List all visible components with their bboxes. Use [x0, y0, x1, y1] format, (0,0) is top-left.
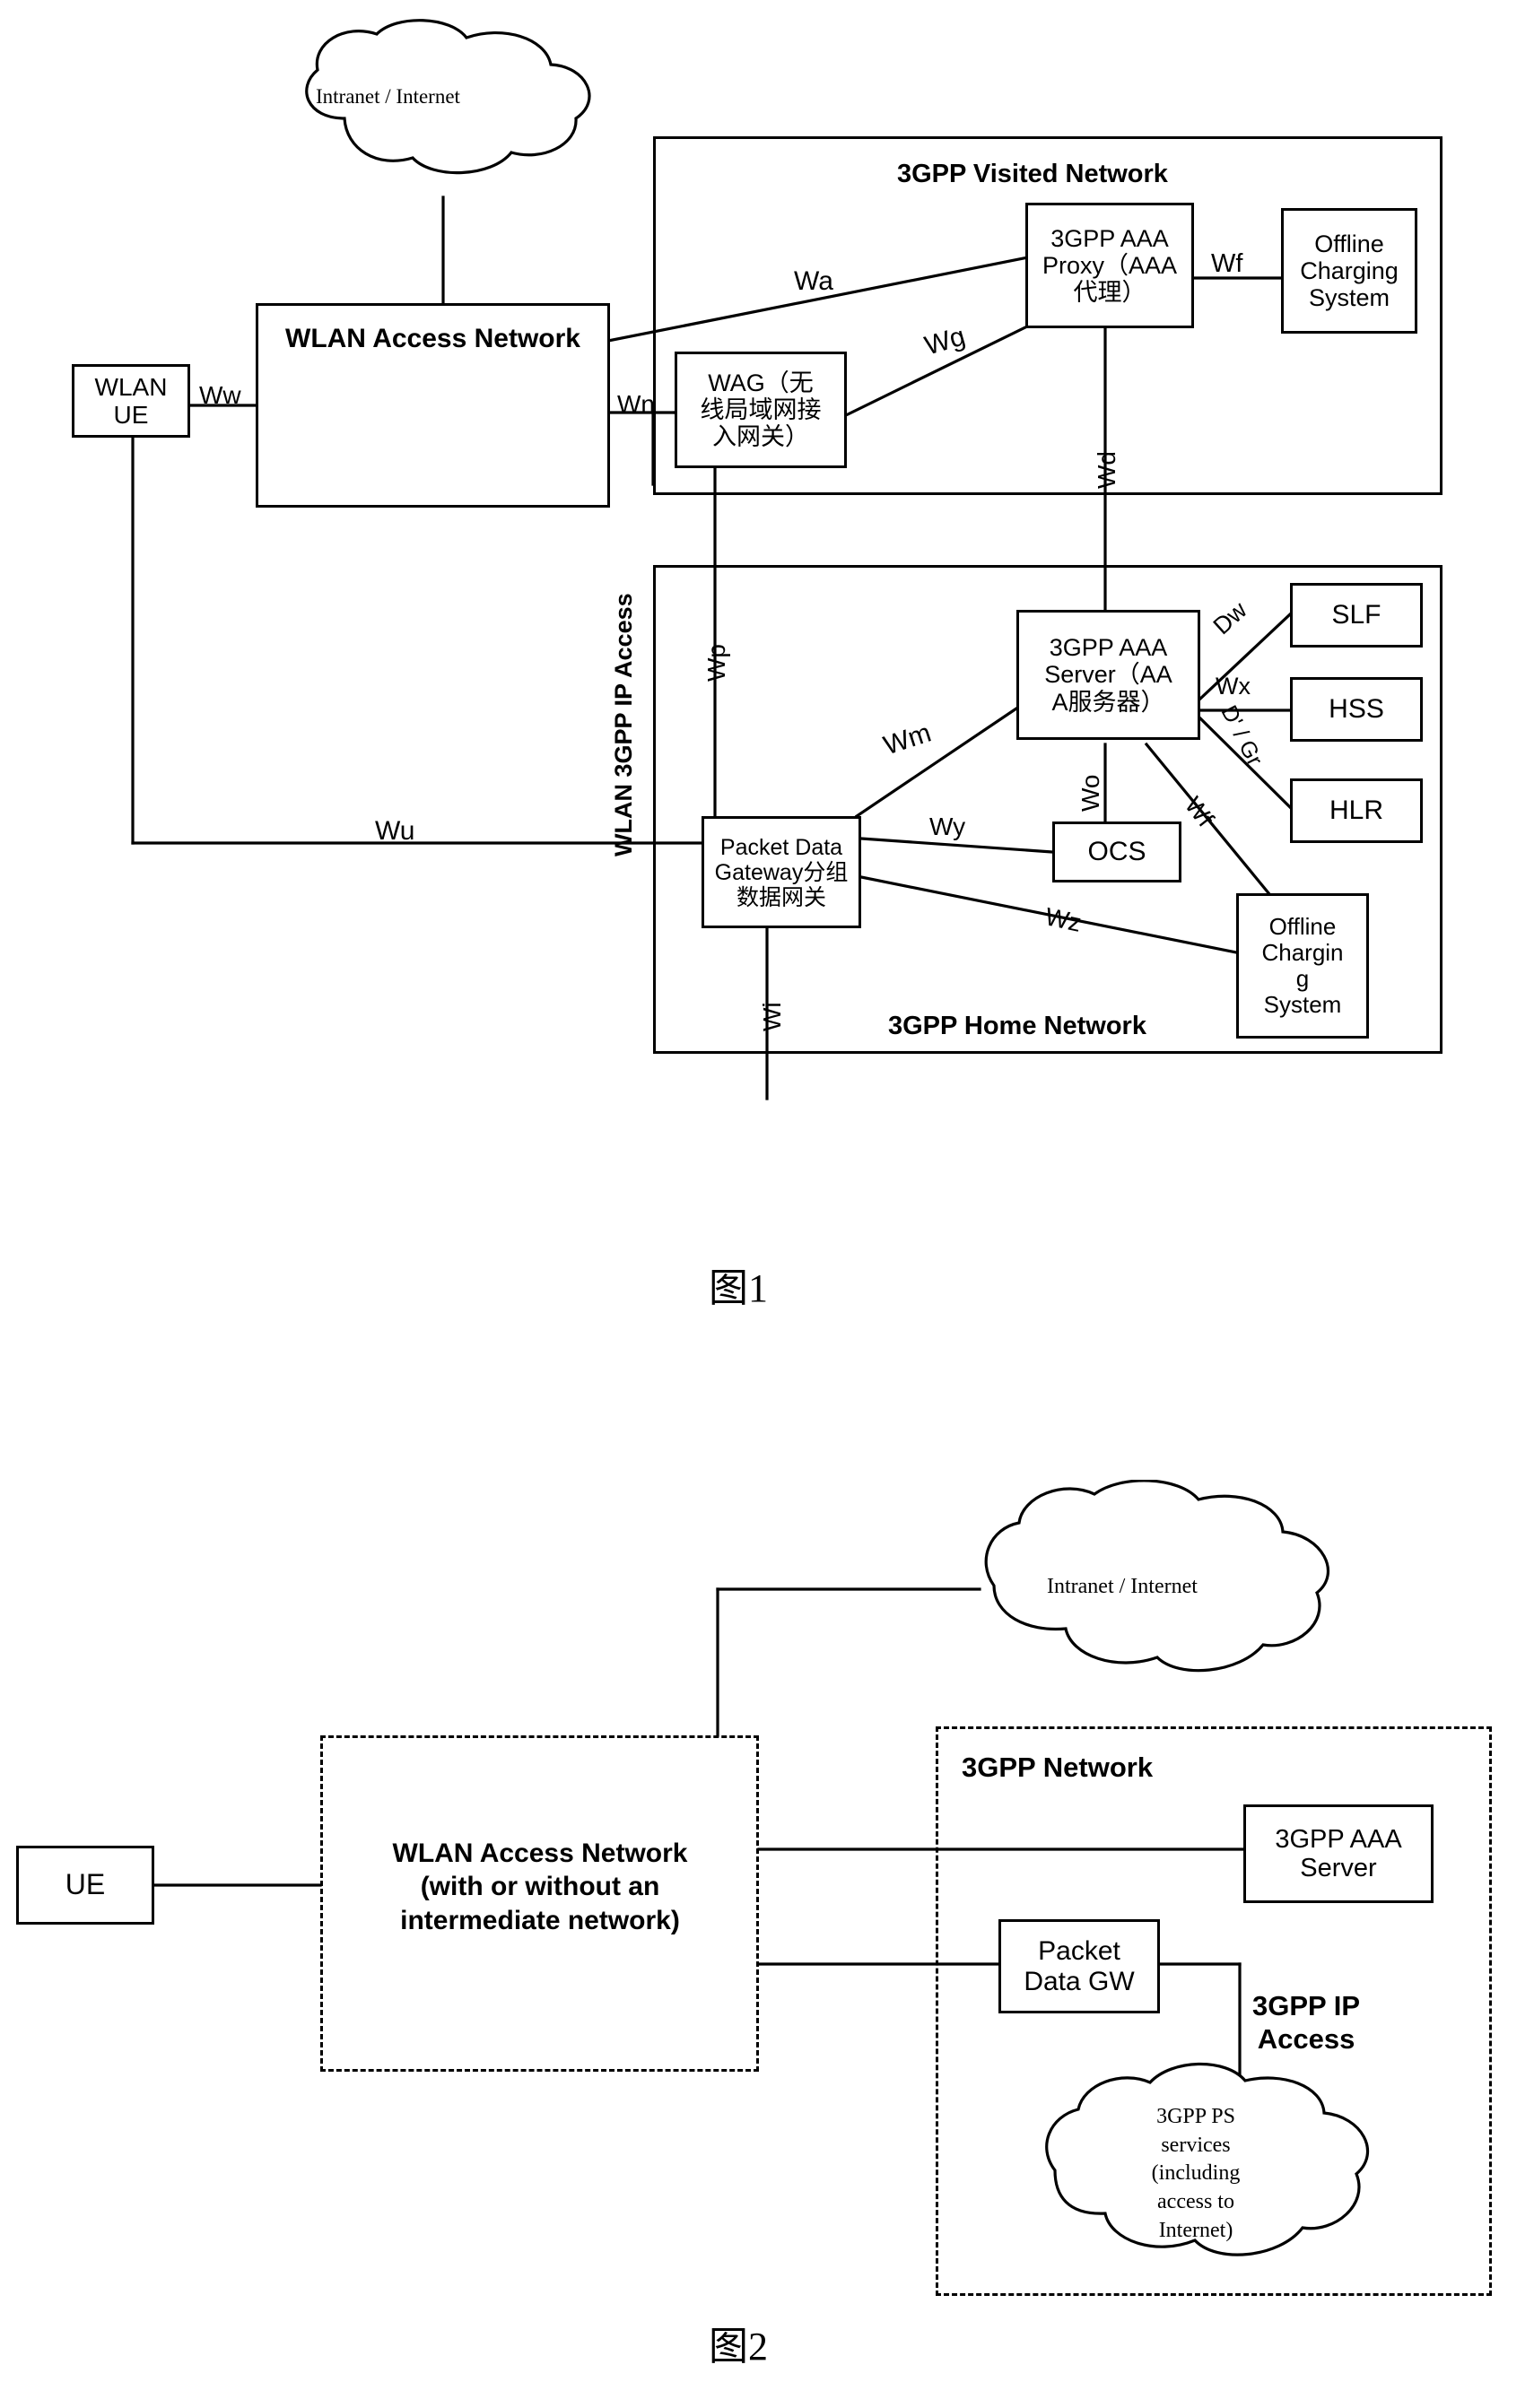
node-slf[interactable]: SLF: [1290, 583, 1423, 648]
interface-label-wy: Wy: [929, 813, 966, 840]
node-label-ocs: OCS: [1087, 837, 1146, 867]
figure-caption-1: 图1: [709, 1266, 768, 1310]
node-packet-data-gateway[interactable]: Packet Data Gateway分组 数据网关: [702, 816, 861, 928]
interface-label-wn: Wn: [617, 390, 655, 418]
figure-caption-2: 图2: [709, 2325, 768, 2369]
interface-label-wd: Wd: [1093, 451, 1120, 489]
cloud-label-intranet-internet-fig1: Intranet / Internet: [316, 85, 460, 108]
label-3gpp-ip-access: 3GPP IP Access: [1252, 1990, 1361, 2056]
interface-label-wi: Wi: [758, 1002, 786, 1031]
node-packet-data-gw-fig2[interactable]: Packet Data GW: [998, 1919, 1160, 2013]
interface-label-wo: Wo: [1076, 774, 1104, 813]
region-label-wlan-access-network-fig2: WLAN Access Network (with or without an …: [352, 1803, 728, 1937]
region-label-3gpp-network-fig2: 3GPP Network: [962, 1752, 1154, 1783]
node-label-3gpp-aaa-server-fig2: 3GPP AAA Server: [1275, 1824, 1402, 1882]
node-label-hlr: HLR: [1329, 795, 1383, 826]
node-offline-charging-system-home[interactable]: Offline Chargin g System: [1236, 893, 1369, 1039]
interface-label-wx: Wx: [1216, 673, 1251, 700]
node-wlan-ue[interactable]: WLAN UE: [72, 364, 190, 438]
node-wlan-access-network[interactable]: WLAN Access Network: [256, 303, 610, 508]
node-label-packet-data-gateway: Packet Data Gateway分组 数据网关: [714, 834, 849, 910]
cloud-intranet-internet-fig1: [305, 19, 591, 175]
node-3gpp-aaa-server[interactable]: 3GPP AAA Server（AA A服务器）: [1016, 610, 1200, 740]
region-label-3gpp-home-network: 3GPP Home Network: [888, 1012, 1146, 1040]
node-hlr[interactable]: HLR: [1290, 778, 1423, 843]
node-3gpp-aaa-proxy[interactable]: 3GPP AAA Proxy（AAA 代理）: [1025, 203, 1194, 328]
interface-label-wu: Wu: [375, 816, 415, 846]
vertical-label-wlan-3gpp-ip-access: WLAN 3GPP IP Access: [610, 593, 637, 856]
node-label-ue-fig2: UE: [65, 1868, 106, 1901]
node-label-wag: WAG（无 线局域网接 入网关）: [700, 369, 822, 451]
node-label-packet-data-gw-fig2: Packet Data GW: [1024, 1935, 1135, 1996]
node-label-offline-charging-system-visited: Offline Charging System: [1300, 230, 1399, 312]
node-ocs[interactable]: OCS: [1052, 822, 1181, 882]
node-label-offline-charging-system-home: Offline Chargin g System: [1261, 912, 1344, 1019]
node-3gpp-aaa-server-fig2[interactable]: 3GPP AAA Server: [1243, 1804, 1434, 1903]
interface-label-ww: Ww: [199, 381, 241, 409]
region-label-wlan-access-network-text: WLAN Access Network (with or without an …: [392, 1838, 688, 1935]
cloud-label-intranet-internet-fig2: Intranet / Internet: [1047, 1575, 1198, 1598]
node-label-slf: SLF: [1331, 600, 1381, 630]
region-label-3gpp-visited-network: 3GPP Visited Network: [897, 160, 1168, 188]
patent-figure-sheet: Intranet / Internet 3GPP Visited Network…: [0, 0, 1534, 2408]
node-label-3gpp-aaa-server: 3GPP AAA Server（AA A服务器）: [1044, 634, 1172, 716]
node-offline-charging-system-visited[interactable]: Offline Charging System: [1281, 208, 1417, 334]
node-label-hss: HSS: [1329, 694, 1384, 725]
cloud-label-3gpp-ps-services: 3GPP PS services (including access to In…: [1151, 2105, 1241, 2242]
interface-label-wa: Wa: [794, 266, 833, 296]
node-label-wlan-ue: WLAN UE: [94, 372, 168, 429]
node-ue-fig2[interactable]: UE: [16, 1846, 154, 1925]
node-hss[interactable]: HSS: [1290, 677, 1423, 742]
interface-label-wf-visited: Wf: [1211, 249, 1243, 278]
interface-label-wp: Wp: [702, 644, 730, 682]
node-wag[interactable]: WAG（无 线局域网接 入网关）: [675, 352, 847, 468]
node-label-wlan-access-network: WLAN Access Network: [285, 324, 580, 353]
node-label-3gpp-aaa-proxy: 3GPP AAA Proxy（AAA 代理）: [1042, 224, 1178, 307]
